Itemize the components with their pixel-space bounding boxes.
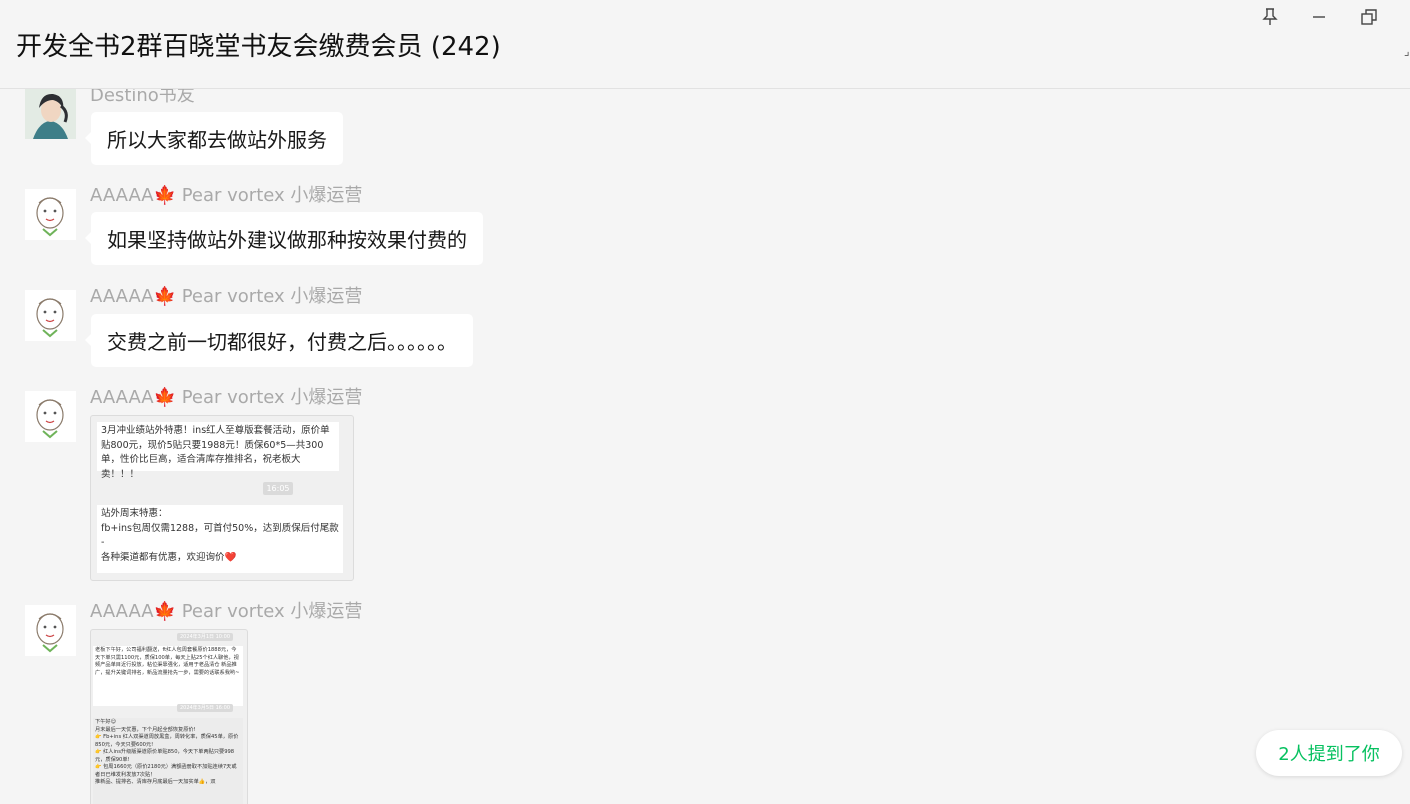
image-text-line: fb+ins包周仅需1288，可首付50%，达到质保后付尾款 — [101, 522, 339, 534]
avatar[interactable] — [25, 189, 76, 240]
mention-badge[interactable]: 2人提到了你 — [1256, 730, 1402, 776]
image-text-line: 站外周末特惠： — [101, 508, 168, 519]
chat-title-bar: 开发全书2群百晓堂书友会缴费会员 (242) ⌟ — [0, 0, 1410, 89]
message-item: Destino书友 所以大家都去做站外服务 — [0, 89, 1400, 169]
pin-icon[interactable] — [1257, 4, 1283, 30]
avatar[interactable] — [25, 605, 76, 656]
sender-name: AAAAA🍁 Pear vortex 小爆运营 — [90, 387, 363, 408]
message-bubble[interactable]: 交费之前一切都很好，付费之后。。。。。。 — [85, 314, 473, 367]
message-list[interactable]: Destino书友 所以大家都去做站外服务 AAAAA🍁 Pear vortex… — [0, 89, 1410, 804]
image-text-line: 各种渠道都有优惠，欢迎询价❤️ — [101, 552, 237, 564]
message-bubble[interactable]: 如果坚持做站外建议做那种按效果付费的 — [85, 212, 483, 265]
image-timestamp: 2024年3月5日 16:00 — [177, 704, 233, 712]
minimize-icon[interactable] — [1306, 4, 1332, 30]
image-timestamp: 2024年3月1日 10:00 — [177, 633, 233, 641]
image-text-block: 站外周末特惠： fb+ins包周仅需1288，可首付50%，达到质保后付尾款 -… — [97, 505, 343, 573]
avatar[interactable] — [25, 290, 76, 341]
sender-name: Destino书友 — [90, 89, 195, 106]
message-item: AAAAA🍁 Pear vortex 小爆运营 如果坚持做站外建议做那种按效果付… — [0, 181, 1400, 271]
message-item: AAAAA🍁 Pear vortex 小爆运营 3月冲业绩站外特惠！ins红人至… — [0, 383, 1400, 583]
sender-name: AAAAA🍁 Pear vortex 小爆运营 — [90, 286, 363, 307]
message-item: AAAAA🍁 Pear vortex 小爆运营 交费之前一切都很好，付费之后。。… — [0, 282, 1400, 372]
message-bubble[interactable]: 所以大家都去做站外服务 — [85, 112, 343, 165]
message-item: AAAAA🍁 Pear vortex 小爆运营 2024年3月1日 10:00 … — [0, 597, 1400, 804]
image-text-block: 下午好😊 月末最后一天优惠，下个月起全部恢复原价! 👉 Fb+ins 红人双渠道… — [93, 718, 243, 804]
avatar[interactable] — [25, 391, 76, 442]
image-text-block: 老板下午好，公司福利翻送，ft红人包周套餐原价1888元，今天下单只需1100元… — [93, 646, 243, 706]
restore-icon[interactable] — [1356, 4, 1382, 30]
avatar[interactable] — [25, 89, 76, 139]
image-timestamp: 16:05 — [263, 482, 293, 495]
image-text-line: - — [101, 537, 105, 549]
image-message[interactable]: 2024年3月1日 10:00 老板下午好，公司福利翻送，ft红人包周套餐原价1… — [90, 629, 248, 804]
edge-mark: ⌟ — [1404, 44, 1410, 58]
image-text-block: 3月冲业绩站外特惠！ins红人至尊版套餐活动，原价单贴800元，现价5贴只要19… — [97, 422, 339, 480]
chat-title: 开发全书2群百晓堂书友会缴费会员 (242) — [16, 32, 501, 62]
image-message[interactable]: 3月冲业绩站外特惠！ins红人至尊版套餐活动，原价单贴800元，现价5贴只要19… — [90, 415, 354, 581]
sender-name: AAAAA🍁 Pear vortex 小爆运营 — [90, 601, 363, 622]
sender-name: AAAAA🍁 Pear vortex 小爆运营 — [90, 185, 363, 206]
